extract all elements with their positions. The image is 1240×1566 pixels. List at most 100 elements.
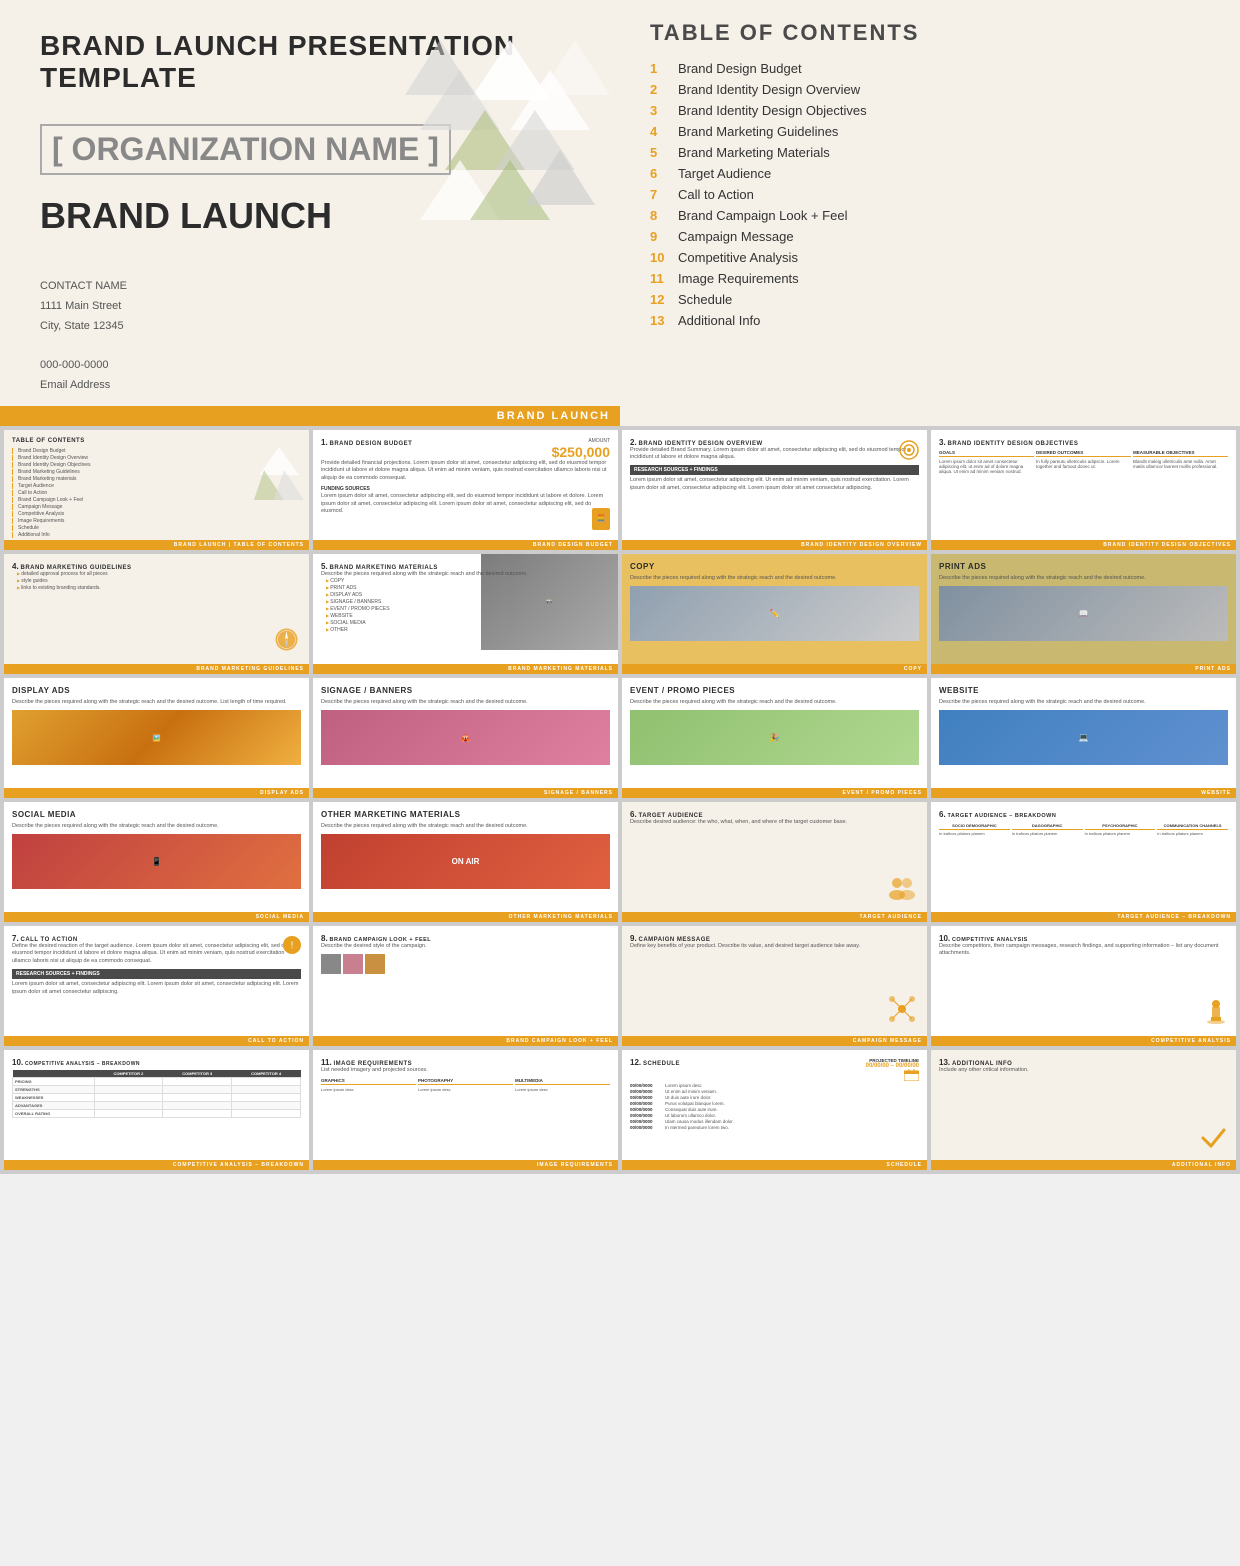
audience-icon [887,875,917,902]
slide-target-num: 6. [630,810,637,819]
slide-website-footer: WEBSITE [931,788,1236,798]
slide-social-header: SOCIAL MEDIA [12,810,301,819]
slide-comp-breakdown-footer: COMPETITIVE ANALYSIS – BREAKDOWN [4,1160,309,1170]
slides-grid: TABLE OF CONTENTS Brand Design Budget Br… [0,426,1240,1174]
slide-display-ads-header: DISPLAY ADS [12,686,301,695]
slide-copy: COPY Describe the pieces required along … [622,554,927,674]
slide-competitive-breakdown: 10. COMPETITIVE ANALYSIS – BREAKDOWN COM… [4,1050,309,1170]
slide-competitive-body: Describe competitors, their campaign mes… [939,943,1228,958]
slide-display-ads-body: Describe the pieces required along with … [12,699,301,707]
slide-copy-header: COPY [630,562,919,571]
slide-competitive-footer: COMPETITIVE ANALYSIS [931,1036,1236,1046]
slide-social-footer: SOCIAL MEDIA [4,912,309,922]
slide-toc-triangles [254,445,304,507]
slide-cta-research-label: RESEARCH SOURCES + FINDINGS [12,969,301,979]
slide-toc: TABLE OF CONTENTS Brand Design Budget Br… [4,430,309,550]
chess-icon [1206,999,1226,1026]
swatch-gray [321,954,341,974]
slide-target-header: TARGET AUDIENCE [638,813,703,819]
toc-title: TABLE OF CONTENTS [650,20,1210,46]
schedule-item-6: 00/00/0000Ut laborum ullamco dolor. [630,1113,919,1118]
contact-address1: 1111 Main Street [40,297,580,317]
slide-budget-num: 1. [321,438,328,447]
slide-target-footer: TARGET AUDIENCE [622,912,927,922]
slide-toc-header: TABLE OF CONTENTS [12,438,301,444]
slide-additional-body: Include any other critical information. [939,1067,1228,1075]
schedule-item-2: 00/00/0000Ut enim ad minim veniam. [630,1089,919,1094]
slide-signage-header: SIGNAGE / BANNERS [321,686,610,695]
slide-other-marketing-header: OTHER MARKETING MATERIALS [321,810,610,819]
slide-brand-campaign-header: BRAND CAMPAIGN LOOK + FEEL [329,937,431,943]
schedule-item-3: 00/00/0000Ut duis aute irure dolor. [630,1095,919,1100]
slide-materials-header: BRAND MARKETING MATERIALS [329,565,437,571]
slide-competitive-analysis: 10. COMPETITIVE ANALYSIS Describe compet… [931,926,1236,1046]
slide-image-req-body: List needed imagery and projected source… [321,1067,610,1075]
hero-section: BRAND LAUNCH PRESENTATION TEMPLATE [ ORG… [0,0,1240,426]
photography-col-header: PHOTOGRAPHY [418,1078,513,1085]
slide-overview-header: BRAND IDENTITY DESIGN OVERVIEW [638,441,762,447]
slide-other-marketing-footer: OTHER MARKETING MATERIALS [313,912,618,922]
slide-competitive-header: COMPETITIVE ANALYSIS [952,937,1028,943]
slide-signage-footer: SIGNAGE / BANNERS [313,788,618,798]
slide-funding-label: FUNDING SOURCES [321,486,610,492]
slide-display-ads: DISPLAY ADS Describe the pieces required… [4,678,309,798]
slide-budget-amount-container: AMOUNT $250,000 [552,438,610,460]
toc-item-9: 9Campaign Message [650,229,1210,244]
print-ads-image: 📖 [939,586,1228,641]
slide-cta-num: 7. [12,934,19,943]
slide-materials-num: 5. [321,562,328,571]
schedule-item-1: 00/00/0000Lorem ipsum desc [630,1083,919,1088]
schedule-item-8: 00/00/0000In ntermed pareuture lorem two… [630,1125,919,1130]
calculator-icon: 🧮 [592,508,610,530]
toc-item-7: 7Call to Action [650,187,1210,202]
slide-overview-research-label: RESEARCH SOURCES + FINDINGS [630,465,919,475]
slide-copy-body: Describe the pieces required along with … [630,575,919,583]
slide-overview-num: 2. [630,438,637,447]
contact-name: CONTACT NAME [40,277,580,297]
toc-item-11: 11Image Requirements [650,271,1210,286]
hero-right-panel: TABLE OF CONTENTS 1Brand Design Budget 2… [620,0,1240,426]
slide-campaign-message-body: Define key benefits of your product. Des… [630,943,919,951]
slide-event-body: Describe the pieces required along with … [630,699,919,707]
slide-objectives-grid: GOALS Lorem ipsum dolor sit amet consect… [939,450,1228,474]
slide-guidelines-header: BRAND MARKETING GUIDELINES [20,565,131,571]
social-image: 📱 [12,834,301,889]
slide-overview: 2. BRAND IDENTITY DESIGN OVERVIEW Provid… [622,430,927,550]
slide-objectives-header: BRAND IDENTITY DESIGN OBJECTIVES [947,441,1078,447]
tab-dag-header: DAGOGRAPHIC [1012,823,1083,830]
slide-objectives: 3. BRAND IDENTITY DESIGN OBJECTIVES GOAL… [931,430,1236,550]
slide-schedule-timeline: PROJECTED TIMELINE 00/00/00 – 00/00/00 [866,1058,919,1083]
slide-schedule: 12. SCHEDULE PROJECTED TIMELINE 00/00/00… [622,1050,927,1170]
slide-cta-body: Define the desired reaction of the targe… [12,943,301,966]
target-icon [899,440,919,462]
contact-info: CONTACT NAME 1111 Main Street City, Stat… [40,277,580,396]
hero-left-panel: BRAND LAUNCH PRESENTATION TEMPLATE [ ORG… [0,0,620,426]
slide-comp-breakdown-num: 10. [12,1058,23,1067]
slide-additional-header: ADDITIONAL INFO [952,1061,1012,1067]
slide-campaign-message-num: 9. [630,934,637,943]
slide-objectives-footer: BRAND IDENTITY DESIGN OBJECTIVES [931,540,1236,550]
toc-item-2: 2Brand Identity Design Overview [650,82,1210,97]
slide-schedule-header: SCHEDULE [643,1061,680,1067]
slide-image-requirements: 11. IMAGE REQUIREMENTS List needed image… [313,1050,618,1170]
slide-cta-footer: CALL TO ACTION [4,1036,309,1046]
contact-phone: 000-000-0000 [40,356,580,376]
signage-image: 🎪 [321,710,610,765]
slide-campaign-message: 9. CAMPAIGN MESSAGE Define key benefits … [622,926,927,1046]
slide-additional-footer: ADDITIONAL INFO [931,1160,1236,1170]
slide-target-breakdown: 6. TARGET AUDIENCE – BREAKDOWN SOCIO DEM… [931,802,1236,922]
decorative-triangles [400,30,620,250]
slide-event-header: EVENT / PROMO PIECES [630,686,919,695]
slide-budget-footer: BRAND DESIGN BUDGET [313,540,618,550]
slide-budget-header: BRAND DESIGN BUDGET [329,441,412,447]
cta-icon: ! [283,936,301,954]
slide-print-ads-footer: PRINT ADS [931,664,1236,674]
slide-brand-campaign: 8. BRAND CAMPAIGN LOOK + FEEL Describe t… [313,926,618,1046]
org-name: [ ORGANIZATION NAME ] [40,124,451,175]
slide-budget-amount: $250,000 [552,444,610,460]
slide-schedule-items: 00/00/0000Lorem ipsum desc 00/00/0000Ut … [630,1083,919,1130]
hero-brand-bar: BRAND LAUNCH [0,406,620,426]
toc-item-12: 12Schedule [650,292,1210,307]
slide-other-marketing: OTHER MARKETING MATERIALS Describe the p… [313,802,618,922]
slide-materials-footer: BRAND MARKETING MATERIALS [313,664,618,674]
